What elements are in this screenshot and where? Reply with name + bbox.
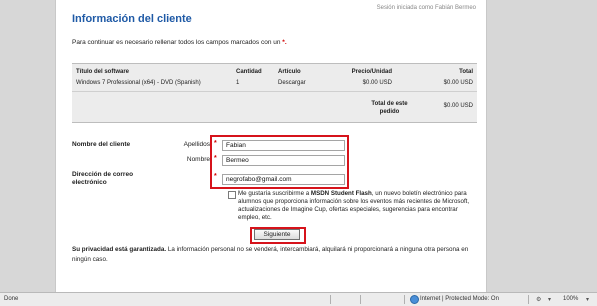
status-separator bbox=[404, 295, 405, 304]
row-divider bbox=[72, 91, 477, 92]
zoom-dropdown-icon[interactable]: ▾ bbox=[548, 296, 551, 303]
status-bar: Done Internet | Protected Mode: On ⚙ ▾ 1… bbox=[0, 292, 597, 306]
security-zone: Internet | Protected Mode: On bbox=[420, 296, 499, 302]
order-total-label: Total de este pedido bbox=[371, 101, 408, 115]
newsletter-text-pre: Me gustaría suscribirme a bbox=[238, 190, 310, 197]
row-price: $0.00 USD bbox=[362, 80, 392, 86]
surname-label: Apellidos bbox=[183, 141, 210, 148]
intro-label: Para continuar es necesario rellenar tod… bbox=[72, 39, 281, 46]
fields-highlight bbox=[210, 135, 349, 189]
chevron-down-icon[interactable]: ▾ bbox=[586, 296, 589, 303]
row-title: Windows 7 Professional (x64) - DVD (Span… bbox=[76, 80, 201, 86]
next-button[interactable]: Siguiente bbox=[254, 229, 300, 240]
privacy-bold: Su privacidad está garantizada. bbox=[72, 246, 167, 253]
order-total-value: $0.00 USD bbox=[443, 103, 473, 109]
status-separator bbox=[360, 295, 361, 304]
session-info: Sesión iniciada como Fabián Bermeo bbox=[376, 5, 476, 11]
newsletter-checkbox[interactable] bbox=[228, 191, 236, 199]
col-header-article: Artículo bbox=[278, 69, 301, 75]
col-header-total: Total bbox=[459, 69, 473, 75]
row-quantity: 1 bbox=[236, 80, 240, 86]
browser-page: Sesión iniciada como Fabián Bermeo Infor… bbox=[55, 0, 487, 292]
required-marker: *. bbox=[282, 39, 287, 46]
col-header-quantity: Cantidad bbox=[236, 69, 262, 75]
privacy-note: Su privacidad está garantizada. La infor… bbox=[72, 245, 477, 265]
status-separator bbox=[528, 295, 529, 304]
client-name-label: Nombre del cliente bbox=[72, 141, 131, 148]
internet-zone-icon bbox=[410, 295, 419, 304]
col-header-title: Título del software bbox=[76, 69, 130, 75]
status-done: Done bbox=[4, 296, 19, 302]
name-label: Nombre bbox=[186, 156, 210, 163]
row-article: Descargar bbox=[278, 80, 306, 86]
email-label: Dirección de correo electrónico bbox=[72, 171, 134, 186]
page-title: Información del cliente bbox=[72, 13, 192, 25]
status-separator bbox=[330, 295, 331, 304]
protected-mode-icon[interactable]: ⚙ bbox=[536, 296, 541, 303]
col-header-price: Precio/Unidad bbox=[351, 69, 392, 75]
zoom-level[interactable]: 100% bbox=[563, 296, 578, 302]
order-table: Título del software Cantidad Artículo Pr… bbox=[72, 63, 477, 123]
intro-text: Para continuar es necesario rellenar tod… bbox=[72, 39, 287, 46]
newsletter-text: Me gustaría suscribirme a MSDN Student F… bbox=[238, 190, 474, 222]
row-total: $0.00 USD bbox=[443, 80, 473, 86]
newsletter-brand: MSDN Student Flash bbox=[310, 190, 372, 197]
